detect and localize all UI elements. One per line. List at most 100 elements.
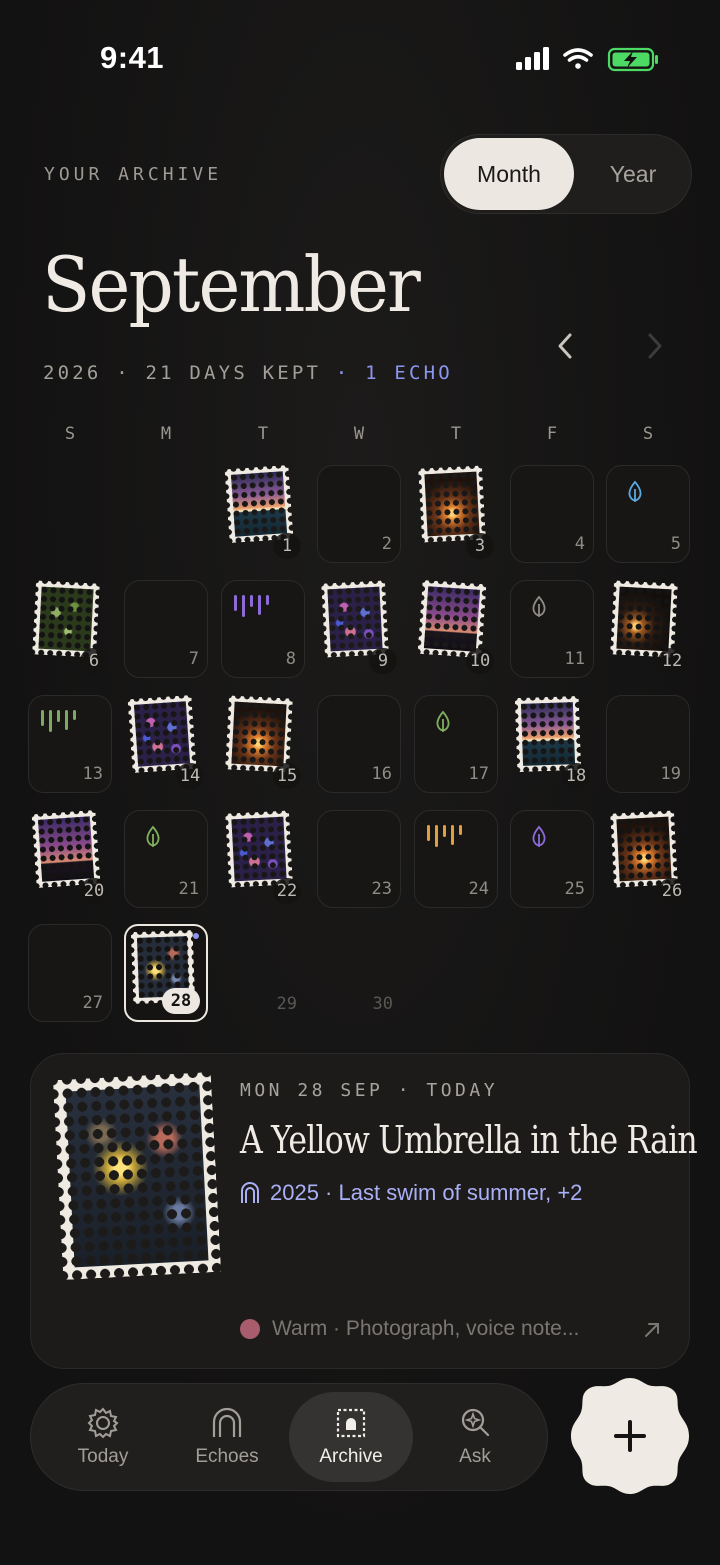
photo-thumbnail [616,816,672,882]
day-number: 14 [176,763,204,789]
photo-stamp [127,694,197,774]
day-number: 10 [466,648,494,674]
photo-stamp [417,579,487,659]
echo-link[interactable]: 2025 · Last swim of summer, +2 [240,1180,582,1206]
day-number: 4 [574,534,585,554]
photo-thumbnail [424,471,480,537]
calendar-day-5[interactable]: 5 [606,465,690,563]
wifi-icon [563,48,593,69]
calendar-day-8[interactable]: 8 [221,580,305,678]
day-number: 1 [273,533,301,559]
tab-bar: Today Echoes Archive Ask [30,1383,548,1491]
photo-thumbnail [38,586,94,652]
add-entry-button[interactable] [570,1376,690,1496]
photo-thumbnail [327,586,383,652]
day-number: 21 [178,879,199,899]
day-number: 12 [658,648,686,674]
weekday-label: S [64,424,76,444]
calendar-day-21[interactable]: 21 [124,810,208,908]
calendar-day-18[interactable]: 18 [510,695,594,793]
entry-meta-text: Warm · Photograph, voice note... [272,1317,580,1340]
photo-thumbnail [133,701,191,767]
day-number: 25 [564,879,585,899]
photo-stamp [418,465,486,543]
archive-eyebrow: YOUR ARCHIVE [44,164,223,185]
sun-icon [87,1407,119,1439]
calendar-day-13[interactable]: 13 [28,695,112,793]
weekday-label: F [546,424,558,444]
days-kept-label: 21 DAYS KEPT [145,362,322,384]
calendar-day-30: 30 [317,924,401,1022]
cellular-icon [516,47,549,70]
photo-thumbnail [423,586,481,652]
previous-month-chevron-icon[interactable] [552,330,580,362]
day-number: 2 [381,534,392,554]
calendar-day-12[interactable]: 12 [606,580,690,678]
day-number: 20 [80,878,108,904]
calendar-day-19[interactable]: 19 [606,695,690,793]
calendar-day-25[interactable]: 25 [510,810,594,908]
photo-thumbnail [520,702,576,766]
battery-icon [607,47,658,72]
photo-stamp [321,580,389,658]
calendar-day-2[interactable]: 2 [317,465,401,563]
year-toggle-button[interactable]: Year [577,138,689,210]
calendar-day-1[interactable]: 1 [221,464,305,563]
calendar-day-26[interactable]: 26 [606,810,690,908]
day-number: 23 [371,879,392,899]
leaf-icon [436,710,450,732]
photo-stamp [610,580,678,658]
month-title: September [42,240,421,329]
day-number: 13 [82,764,103,784]
photo-stamp [610,810,678,888]
featured-photo [65,1084,209,1268]
photo-thumbnail [230,471,288,537]
calendar-day-23[interactable]: 23 [317,810,401,908]
year-label: 2026 [43,362,102,384]
calendar-day-10[interactable]: 10 [414,579,498,678]
day-number: 27 [82,993,103,1013]
voice-note-icon [41,710,76,732]
calendar-day-3[interactable]: 3 [414,465,498,563]
day-number: 18 [562,763,590,789]
calendar-day-20[interactable]: 20 [28,809,112,908]
day-number: 9 [369,648,397,674]
calendar-day-28[interactable]: 28 [124,924,208,1022]
open-entry-arrow-icon[interactable] [642,1320,662,1340]
month-summary: 2026 · 21 DAYS KEPT · 1 ECHO [43,362,453,384]
calendar-day-7[interactable]: 7 [124,580,208,678]
tab-today[interactable]: Today [41,1392,165,1482]
calendar-day-9[interactable]: 9 [317,580,401,678]
day-number: 8 [285,649,296,669]
tab-echoes[interactable]: Echoes [165,1392,289,1482]
tab-archive[interactable]: Archive [289,1392,413,1482]
view-toggle: Month Year [440,134,692,214]
month-toggle-button[interactable]: Month [444,138,574,210]
entry-date-kicker: MON 28 SEP · TODAY [240,1080,499,1101]
day-number: 6 [80,648,108,674]
calendar-day-17[interactable]: 17 [414,695,498,793]
status-icons [516,47,658,72]
day-number: 30 [372,994,393,1014]
next-month-chevron-icon[interactable] [640,330,668,362]
arch-icon [241,1182,259,1203]
photo-thumbnail [231,701,287,767]
calendar-day-27[interactable]: 27 [28,924,112,1022]
photo-stamp [224,464,294,544]
echo-count-sep: · [321,362,366,384]
calendar-day-14[interactable]: 14 [124,694,208,793]
calendar-day-15[interactable]: 15 [221,695,305,793]
weekday-label: S [642,424,654,444]
calendar-day-24[interactable]: 24 [414,810,498,908]
photo-thumbnail [231,816,287,882]
calendar-day-11[interactable]: 11 [510,580,594,678]
photo-stamp [31,809,101,889]
calendar-day-22[interactable]: 22 [221,810,305,908]
status-time: 9:41 [100,40,165,75]
calendar-day-4[interactable]: 4 [510,465,594,563]
calendar-day-16[interactable]: 16 [317,695,401,793]
day-number: 3 [466,533,494,559]
photo-stamp [225,810,293,888]
tab-ask[interactable]: Ask [413,1392,537,1482]
calendar-day-6[interactable]: 6 [28,580,112,678]
